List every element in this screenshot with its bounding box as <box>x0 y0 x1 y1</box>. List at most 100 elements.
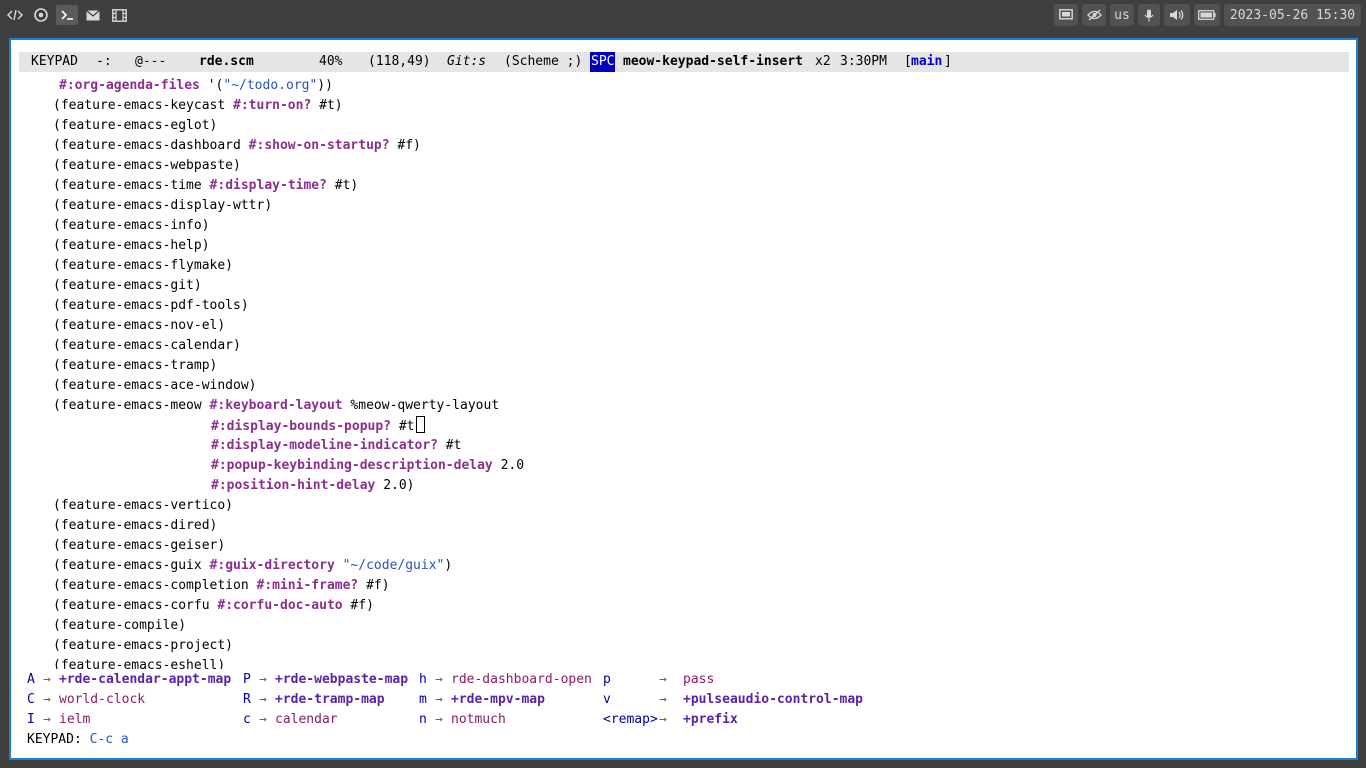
which-key-arrow-cell: → <box>43 670 51 690</box>
which-key-arrow-cell: → <box>659 670 667 690</box>
code-text: 2.0) <box>375 478 415 493</box>
which-key-arrow: → <box>43 692 51 707</box>
code-line[interactable]: (feature-emacs-time #:display-time? #t) <box>53 176 358 196</box>
code-line[interactable]: (feature-emacs-dashboard #:show-on-start… <box>53 136 421 156</box>
code-line[interactable]: (feature-compile) <box>53 616 186 636</box>
code-text: '( <box>199 78 224 93</box>
code-text: (feature-emacs-completion <box>53 578 257 593</box>
branch-bracket-close: ] <box>944 54 952 69</box>
which-key-key-cell: v <box>603 690 611 710</box>
code-text: (feature-emacs-vertico) <box>53 498 234 513</box>
code-line[interactable]: #:display-modeline-indicator? #t <box>211 436 461 456</box>
which-key-command-cell: +rde-calendar-appt-map <box>59 670 231 690</box>
code-line[interactable]: (feature-emacs-tramp) <box>53 356 217 376</box>
film-icon[interactable] <box>111 7 127 23</box>
modeline-time: 3:30PM <box>840 54 887 69</box>
keyword-token: #:corfu-doc-auto <box>217 598 343 613</box>
which-key-key: p <box>603 672 611 687</box>
code-line[interactable]: (feature-emacs-meow #:keyboard-layout %m… <box>53 396 499 416</box>
code-icon[interactable] <box>7 7 23 23</box>
code-line[interactable]: #:org-agenda-files '("~/todo.org")) <box>59 76 333 96</box>
chrome-icon[interactable] <box>33 7 49 23</box>
code-line[interactable]: (feature-emacs-geiser) <box>53 536 225 556</box>
code-line[interactable]: (feature-emacs-guix #:guix-directory "~/… <box>53 556 452 576</box>
code-text: (feature-emacs-pdf-tools) <box>53 298 249 313</box>
code-line[interactable]: (feature-emacs-flymake) <box>53 256 233 276</box>
which-key-arrow-cell: → <box>435 670 443 690</box>
code-line[interactable]: (feature-emacs-keycast #:turn-on? #t) <box>53 96 343 116</box>
keyword-token: #:turn-on? <box>233 98 312 113</box>
code-line[interactable]: #:position-hint-delay 2.0) <box>211 476 415 496</box>
code-buffer[interactable]: #:org-agenda-files '("~/todo.org")) (feat… <box>19 76 1349 669</box>
code-text: ) <box>444 558 453 573</box>
major-mode[interactable]: (Scheme ;) <box>504 52 582 72</box>
code-text: #t <box>391 419 415 434</box>
code-line[interactable]: (feature-emacs-ace-window) <box>53 376 257 396</box>
code-line[interactable]: (feature-emacs-webpaste) <box>53 156 241 176</box>
which-key-command-cell: world-clock <box>59 690 145 710</box>
battery-icon[interactable] <box>1194 4 1220 26</box>
which-key-command-cell: pass <box>683 670 714 690</box>
which-key-key: m <box>419 692 427 707</box>
code-line[interactable]: (feature-emacs-display-wttr) <box>53 196 272 216</box>
code-line[interactable]: (feature-emacs-eglot) <box>53 116 217 136</box>
code-line[interactable]: (feature-emacs-dired) <box>53 516 217 536</box>
code-text: #t) <box>326 178 359 193</box>
emacs-frame: KEYPAD -: @--- rde.scm 40% (118,49) Git:… <box>9 38 1358 760</box>
keycast-command: meow-keypad-self-insert <box>623 54 804 69</box>
top-panel: us 2023-05-26 15:30 <box>0 0 1366 30</box>
microphone-icon[interactable] <box>1138 4 1160 26</box>
which-key-key: c <box>243 712 251 727</box>
code-line[interactable]: (feature-emacs-calendar) <box>53 336 241 356</box>
buffer-name[interactable]: rde.scm <box>199 52 254 72</box>
code-text: (feature-emacs-info) <box>53 218 210 233</box>
which-key-arrow-cell: → <box>435 710 443 730</box>
which-key-command-cell: notmuch <box>451 710 506 730</box>
keycast-key: SPC <box>590 52 616 72</box>
which-key-command: world-clock <box>59 692 146 707</box>
which-key-command-cell: +rde-tramp-map <box>275 690 385 710</box>
code-line[interactable]: (feature-emacs-info) <box>53 216 210 236</box>
screen-icon[interactable] <box>1054 4 1078 26</box>
git-branch[interactable]: main <box>911 52 942 72</box>
code-line[interactable]: (feature-emacs-corfu #:corfu-doc-auto #f… <box>53 596 374 616</box>
code-line[interactable]: (feature-emacs-vertico) <box>53 496 233 516</box>
which-key-key: v <box>603 692 611 707</box>
code-text: (feature-emacs-tramp) <box>53 358 218 373</box>
which-key-arrow: → <box>43 712 51 727</box>
which-key-command: calendar <box>275 712 338 727</box>
keyboard-layout-indicator[interactable]: us <box>1110 4 1134 26</box>
which-key-arrow: → <box>659 712 667 727</box>
which-key-key-cell: c <box>243 710 251 730</box>
which-key-arrow-cell: → <box>259 670 267 690</box>
which-key-command: +rde-webpaste-map <box>275 672 409 687</box>
code-line[interactable]: (feature-emacs-nov-el) <box>53 316 225 336</box>
code-line[interactable]: (feature-emacs-completion #:mini-frame? … <box>53 576 390 596</box>
code-line[interactable]: #:display-bounds-popup? #t <box>211 416 425 437</box>
code-line[interactable]: (feature-emacs-eshell) <box>53 656 225 669</box>
code-text: #f) <box>342 598 374 613</box>
vc-status[interactable]: Git:s <box>447 52 486 72</box>
code-line[interactable]: (feature-emacs-pdf-tools) <box>53 296 249 316</box>
echo-area: KEYPAD: C-c a <box>27 730 129 750</box>
which-key-command-cell: calendar <box>275 710 338 730</box>
code-line[interactable]: (feature-emacs-git) <box>53 276 202 296</box>
keyword-token: #:guix-directory <box>209 558 335 573</box>
code-line[interactable]: #:popup-keybinding-description-delay 2.0 <box>211 456 524 476</box>
which-key-command: +rde-calendar-appt-map <box>59 672 232 687</box>
eye-off-icon[interactable] <box>1082 4 1106 26</box>
code-line[interactable]: (feature-emacs-project) <box>53 636 233 656</box>
code-text: #f) <box>358 578 390 593</box>
mail-icon[interactable] <box>85 7 101 23</box>
code-text: (feature-emacs-project) <box>53 638 234 653</box>
code-line[interactable]: (feature-emacs-help) <box>53 236 210 256</box>
code-text: (feature-emacs-dashboard <box>53 138 249 153</box>
which-key-key-cell: P <box>243 670 251 690</box>
code-text: (feature-emacs-meow <box>53 398 210 413</box>
which-key-key-cell: n <box>419 710 427 730</box>
code-text: (feature-compile) <box>53 618 187 633</box>
clock[interactable]: 2023-05-26 15:30 <box>1224 4 1361 26</box>
which-key-arrow: → <box>43 672 51 687</box>
speaker-icon[interactable] <box>1164 4 1190 26</box>
terminal-icon[interactable] <box>56 5 78 25</box>
